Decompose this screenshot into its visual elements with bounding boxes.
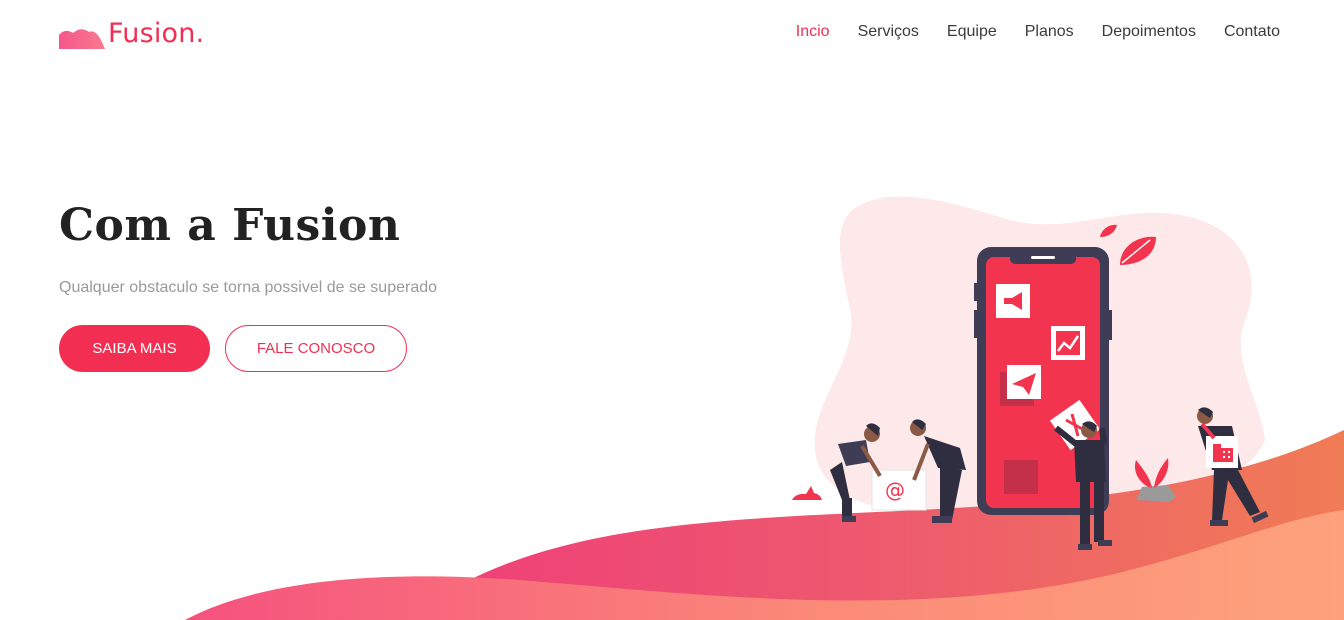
- saiba-mais-button[interactable]: SAIBA MAIS: [59, 325, 210, 372]
- fale-conosco-button[interactable]: FALE CONOSCO: [225, 325, 407, 372]
- hero-subtitle: Qualquer obstaculo se torna possivel de …: [59, 279, 438, 296]
- hero-illustration: @: [185, 196, 1344, 620]
- hero-title: Com a Fusion: [59, 200, 401, 251]
- at-sign-icon: @: [885, 478, 905, 502]
- chart-icon: [1051, 326, 1085, 360]
- megaphone-icon: [996, 284, 1030, 318]
